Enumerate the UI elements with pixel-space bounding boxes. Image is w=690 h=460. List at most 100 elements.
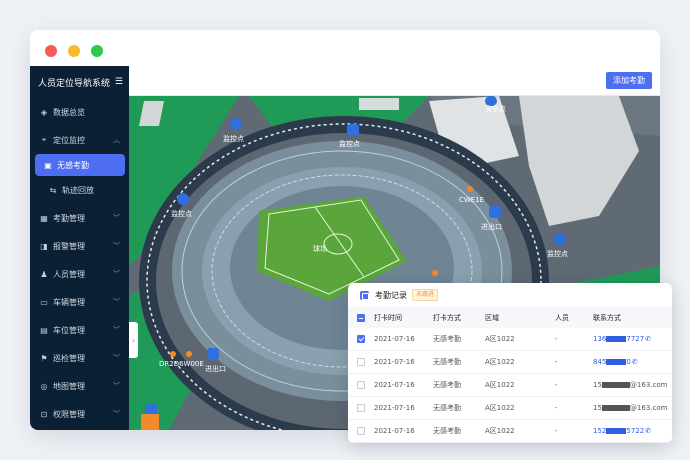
row-checkbox[interactable]: [357, 404, 365, 412]
punch-method: 无感考勤: [433, 404, 461, 412]
calendar-icon: ▦: [40, 213, 48, 223]
sidebar-item-parking-management[interactable]: ▤ 车位管理 ﹀: [30, 316, 129, 344]
chevron-down-icon: ﹀: [113, 242, 120, 250]
table-row[interactable]: 2021-07-16 无感考勤 A区1022 - 15 @163.com: [348, 374, 672, 397]
minimize-window-button[interactable]: [68, 45, 80, 57]
contact[interactable]: 15 @163.com: [593, 381, 672, 389]
punch-method: 无感考勤: [433, 381, 461, 389]
toolbar: 添加考勤: [129, 66, 660, 96]
map-label: 监控点: [547, 249, 568, 258]
sidebar: 人员定位导航系统 ☰ ◈ 数据总览 ⌖ 定位监控 ︿ ▣ 无感考勤 ⇆ 轨迹回放…: [30, 66, 129, 430]
contact[interactable]: 136 7727✆: [593, 335, 672, 343]
location-icon: ⌖: [41, 135, 47, 144]
attendance-record-panel: 考勤记录 未跟进 打卡时间 打卡方式 区域 人员 联系方式 2021-07-16…: [348, 283, 672, 443]
table-row[interactable]: 2021-07-16 无感考勤 A区1022 - 15 @163.com: [348, 397, 672, 420]
map-label: 进出口: [205, 364, 226, 373]
sidebar-item-alarm-management[interactable]: ◨ 报警管理 ﹀: [30, 232, 129, 260]
sidebar-item-label: 权限管理: [53, 409, 85, 419]
attendance-icon: ▣: [44, 160, 52, 170]
sidebar-item-location-monitor[interactable]: ⌖ 定位监控 ︿: [30, 126, 129, 154]
column-header: 联系方式: [593, 313, 621, 322]
phone-icon: ✆: [645, 335, 652, 343]
area: A区1022: [485, 427, 515, 435]
sidebar-item-personnel-management[interactable]: ♟ 人员管理 ﹀: [30, 260, 129, 288]
area: A区1022: [485, 335, 515, 343]
map-label: 球场: [313, 244, 327, 253]
person: -: [555, 358, 558, 366]
panel-title: 考勤记录: [375, 290, 407, 300]
dashboard-icon: ◈: [40, 107, 48, 117]
table-row[interactable]: 2021-07-16 无感考勤 A区1022 - 152 5722✆: [348, 420, 672, 443]
sidebar-item-overview[interactable]: ◈ 数据总览: [30, 98, 129, 126]
person-icon: ♟: [40, 269, 48, 279]
sidebar-item-label: 报警管理: [53, 241, 85, 251]
column-header: 打卡方式: [433, 313, 461, 322]
contact[interactable]: 845 0✆: [593, 358, 672, 366]
sidebar-item-label: 车辆管理: [53, 297, 85, 307]
sidebar-item-label: 定位监控: [53, 135, 85, 145]
sidebar-item-label: 数据总览: [53, 107, 85, 117]
area: A区1022: [485, 404, 515, 412]
sidebar-item-label: 地图管理: [53, 381, 85, 391]
close-window-button[interactable]: [45, 45, 57, 57]
person: -: [555, 335, 558, 343]
row-checkbox[interactable]: [357, 358, 365, 366]
map-label: CWE1E: [459, 196, 484, 204]
sidebar-item-noninductive-attendance[interactable]: ▣ 无感考勤: [35, 154, 125, 176]
app-title: 人员定位导航系统: [38, 78, 111, 89]
sidebar-item-attendance-management[interactable]: ▦ 考勤管理 ﹀: [30, 204, 129, 232]
chevron-down-icon: ﹀: [113, 354, 120, 362]
row-checkbox[interactable]: [357, 427, 365, 435]
alarm-icon: ◨: [40, 241, 48, 251]
record-icon: [360, 290, 369, 300]
punch-time: 2021-07-16: [374, 335, 415, 343]
chevron-down-icon: ﹀: [113, 382, 120, 390]
select-all-checkbox[interactable]: [357, 313, 365, 322]
contact[interactable]: 15 @163.com: [593, 404, 672, 412]
table-header: 打卡时间 打卡方式 区域 人员 联系方式: [348, 307, 672, 328]
vehicle-icon: ▭: [40, 297, 48, 307]
add-attendance-button[interactable]: 添加考勤: [606, 72, 652, 89]
contact[interactable]: 152 5722✆: [593, 427, 672, 435]
punch-time: 2021-07-16: [374, 358, 415, 366]
collapse-sidebar-button[interactable]: ›: [129, 322, 138, 358]
panel-header: 考勤记录 未跟进: [348, 283, 672, 307]
sidebar-item-label: 考勤管理: [53, 213, 85, 223]
punch-method: 无感考勤: [433, 335, 461, 343]
map-icon: ◎: [40, 381, 48, 391]
map-label: DR2D6W00E: [159, 360, 204, 368]
sidebar-item-vehicle-management[interactable]: ▭ 车辆管理 ﹀: [30, 288, 129, 316]
title-bar: [30, 30, 660, 66]
map-label: 监控点: [339, 139, 360, 148]
table-row[interactable]: 2021-07-16 无感考勤 A区1022 - 136 7727✆: [348, 328, 672, 351]
map-label: 监控点: [223, 134, 244, 143]
map-label: 进出口: [481, 222, 502, 231]
punch-method: 无感考勤: [433, 427, 461, 435]
permission-icon: ⊡: [40, 409, 48, 419]
chevron-up-icon: ︿: [113, 136, 120, 144]
punch-time: 2021-07-16: [374, 404, 415, 412]
punch-method: 无感考勤: [433, 358, 461, 366]
sidebar-item-patrol-management[interactable]: ⚑ 巡检管理 ﹀: [30, 344, 129, 372]
column-header: 区域: [485, 313, 499, 322]
punch-time: 2021-07-16: [374, 427, 415, 435]
sidebar-item-track-replay[interactable]: ⇆ 轨迹回放: [30, 176, 129, 204]
chevron-down-icon: ﹀: [113, 326, 120, 334]
map-label: 监控点: [171, 209, 192, 218]
sidebar-item-map-management[interactable]: ◎ 地图管理 ﹀: [30, 372, 129, 400]
menu-toggle-icon[interactable]: ☰: [115, 77, 123, 87]
sidebar-item-label: 车位管理: [53, 325, 85, 335]
table-row[interactable]: 2021-07-16 无感考勤 A区1022 - 845 0✆: [348, 351, 672, 374]
maximize-window-button[interactable]: [91, 45, 103, 57]
sidebar-item-label: 无感考勤: [57, 160, 89, 170]
person: -: [555, 404, 558, 412]
sidebar-item-permission-management[interactable]: ⊡ 权限管理 ﹀: [30, 400, 129, 428]
patrol-icon: ⚑: [40, 353, 48, 363]
area: A区1022: [485, 358, 515, 366]
chevron-down-icon: ﹀: [113, 270, 120, 278]
track-icon: ⇆: [49, 185, 57, 195]
phone-icon: ✆: [631, 358, 638, 366]
chevron-down-icon: ﹀: [113, 298, 120, 306]
row-checkbox[interactable]: [357, 381, 365, 389]
row-checkbox[interactable]: [357, 335, 365, 343]
